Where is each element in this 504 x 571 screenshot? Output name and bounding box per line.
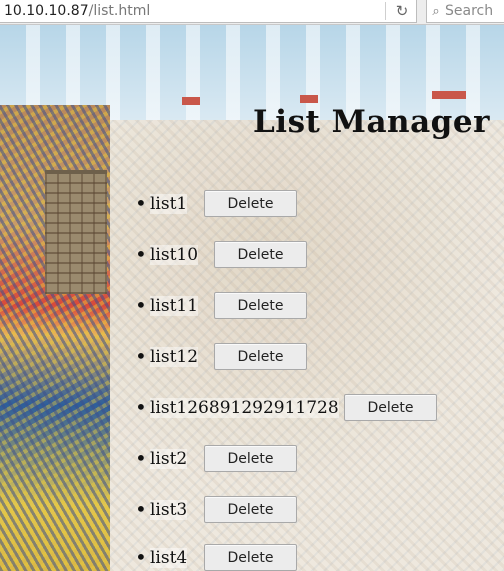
list-item: • list2 <box>135 445 188 472</box>
delete-button[interactable]: Delete <box>344 394 437 421</box>
search-box[interactable]: ⌕ Search <box>426 0 504 23</box>
delete-button[interactable]: Delete <box>204 190 297 217</box>
delete-button[interactable]: Delete <box>214 241 307 268</box>
list-item-name: list4 <box>150 547 188 568</box>
background-banner <box>432 91 466 99</box>
delete-button[interactable]: Delete <box>214 292 307 319</box>
bullet-icon: • <box>135 545 147 569</box>
list-item-name: list3 <box>150 499 188 520</box>
list-item: • list126891292911728 <box>135 394 339 421</box>
list-item: • list12 <box>135 343 199 370</box>
list-item-name: list11 <box>150 295 199 316</box>
bullet-icon: • <box>135 395 147 419</box>
bullet-icon: • <box>135 191 147 215</box>
list-item-name: list2 <box>150 448 188 469</box>
url-host: 10.10.10.87 <box>4 3 89 19</box>
list-item: • list10 <box>135 241 199 268</box>
bullet-icon: • <box>135 293 147 317</box>
address-bar-divider <box>385 2 386 20</box>
search-placeholder: Search <box>445 3 494 19</box>
url-path: /list.html <box>88 3 151 19</box>
bullet-icon: • <box>135 242 147 266</box>
address-bar[interactable]: 10.10.10.87/list.html ↻ <box>0 0 417 23</box>
list-item-name: list1 <box>150 193 188 214</box>
list-item-name: list10 <box>150 244 199 265</box>
delete-button[interactable]: Delete <box>204 496 297 523</box>
list-item-name: list12 <box>150 346 199 367</box>
castle-tower <box>45 170 107 294</box>
bullet-icon: • <box>135 497 147 521</box>
reload-icon[interactable]: ↻ <box>388 0 416 22</box>
bullet-icon: • <box>135 344 147 368</box>
background-banner <box>300 95 318 103</box>
bullet-icon: • <box>135 446 147 470</box>
delete-button[interactable]: Delete <box>204 544 297 571</box>
list-item: • list11 <box>135 292 199 319</box>
browser-toolbar: 10.10.10.87/list.html ↻ ⌕ Search <box>0 0 504 25</box>
search-icon: ⌕ <box>432 3 440 19</box>
delete-button[interactable]: Delete <box>214 343 307 370</box>
url-text[interactable]: 10.10.10.87/list.html <box>0 3 385 19</box>
list-item: • list1 <box>135 190 188 217</box>
list-item: • list3 <box>135 496 188 523</box>
list-item-name: list126891292911728 <box>150 397 339 418</box>
list-item: • list4 <box>135 544 188 571</box>
background-castle-illustration <box>0 105 110 571</box>
page-title: List Manager <box>253 104 490 140</box>
delete-button[interactable]: Delete <box>204 445 297 472</box>
background-banner <box>182 97 200 105</box>
